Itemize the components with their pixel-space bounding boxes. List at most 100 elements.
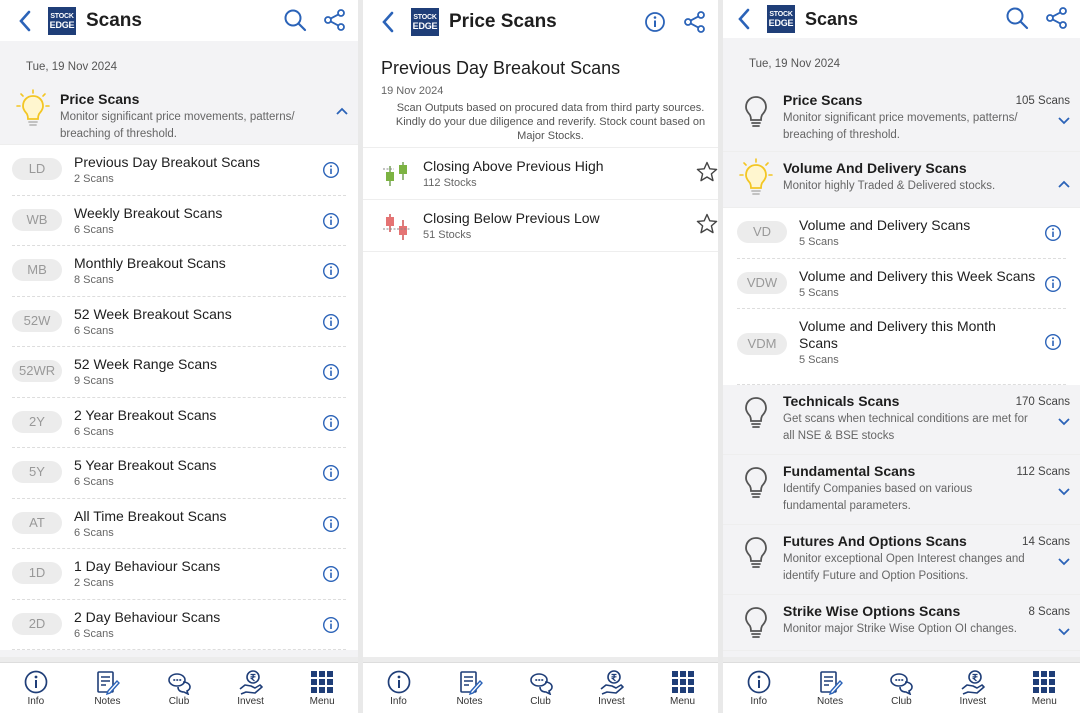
nav-label: Menu bbox=[669, 696, 695, 707]
info-circle-icon bbox=[747, 670, 771, 694]
scan-row-closing-below[interactable]: Closing Below Previous Low 51 Stocks bbox=[363, 200, 718, 252]
scan-list-item[interactable]: VD Volume and Delivery Scans 5 Scans bbox=[737, 208, 1066, 259]
page-title: Scans bbox=[805, 8, 859, 29]
scan-list-item[interactable]: 5Y 5 Year Breakout Scans 6 Scans bbox=[12, 448, 346, 499]
nav-label: Info bbox=[750, 696, 768, 707]
nav-club[interactable]: Club bbox=[149, 669, 209, 707]
scan-list-item[interactable]: MB Monthly Breakout Scans 8 Scans bbox=[12, 246, 346, 297]
chevron-down-icon[interactable] bbox=[1056, 625, 1072, 637]
back-button[interactable] bbox=[729, 4, 759, 34]
category-technicals[interactable]: Technicals Scans Get scans when technical… bbox=[723, 385, 1080, 455]
info-icon[interactable] bbox=[1044, 333, 1062, 351]
scan-badge: LD bbox=[12, 158, 62, 180]
category-fno[interactable]: Futures And Options Scans Monitor excepti… bbox=[723, 525, 1080, 595]
share-button[interactable] bbox=[680, 7, 710, 37]
info-icon[interactable] bbox=[322, 616, 340, 634]
chevron-up-icon[interactable] bbox=[1056, 178, 1072, 190]
rupee-hand-icon bbox=[239, 670, 263, 695]
scan-title: Volume and Delivery this Week Scans bbox=[799, 267, 1036, 284]
info-button[interactable] bbox=[640, 7, 670, 37]
category-volume-delivery[interactable]: Volume And Delivery Scans Monitor highly… bbox=[723, 152, 1080, 208]
info-icon[interactable] bbox=[322, 212, 340, 230]
nav-notes[interactable]: Notes bbox=[440, 669, 500, 707]
category-description: Monitor significant price movements, pat… bbox=[60, 111, 295, 140]
info-icon[interactable] bbox=[322, 565, 340, 583]
back-button[interactable] bbox=[373, 7, 403, 37]
nav-invest[interactable]: Invest bbox=[943, 669, 1003, 707]
scan-badge: 1D bbox=[12, 562, 62, 584]
date-label: Tue, 19 Nov 2024 bbox=[749, 58, 840, 70]
scan-row-closing-above[interactable]: Closing Above Previous High 112 Stocks bbox=[363, 148, 718, 200]
nav-info[interactable]: Info bbox=[369, 669, 429, 707]
scan-title: Weekly Breakout Scans bbox=[74, 204, 223, 221]
info-icon[interactable] bbox=[322, 363, 340, 381]
nav-menu[interactable]: Menu bbox=[653, 669, 713, 707]
search-button[interactable] bbox=[280, 5, 310, 35]
chevron-down-icon[interactable] bbox=[1056, 485, 1072, 497]
info-icon[interactable] bbox=[322, 161, 340, 179]
scan-title: 52 Week Range Scans bbox=[74, 356, 217, 372]
scan-count: 105 Scans bbox=[1015, 95, 1070, 107]
rupee-hand-icon bbox=[600, 670, 624, 695]
scan-count: 6 Scans bbox=[74, 627, 114, 640]
share-button[interactable] bbox=[1042, 3, 1072, 33]
scan-list-item[interactable]: 2D 2 Day Behaviour Scans 6 Scans bbox=[12, 600, 346, 650]
share-icon bbox=[1046, 7, 1067, 29]
top-bar: STOCK EDGE Scans bbox=[0, 0, 358, 41]
scan-list-item[interactable]: LD Previous Day Breakout Scans 2 Scans bbox=[12, 145, 346, 196]
scan-count: 5 Scans bbox=[799, 236, 839, 248]
back-button[interactable] bbox=[10, 6, 40, 36]
lightbulb-icon bbox=[745, 397, 767, 428]
chevron-down-icon[interactable] bbox=[1056, 114, 1072, 126]
nav-invest[interactable]: Invest bbox=[221, 669, 281, 707]
nav-menu[interactable]: Menu bbox=[292, 669, 352, 707]
grid-menu-icon bbox=[311, 671, 334, 693]
scan-list-item[interactable]: 52W 52 Week Breakout Scans 6 Scans bbox=[12, 297, 346, 347]
info-icon[interactable] bbox=[322, 414, 340, 432]
nav-label: Info bbox=[27, 696, 45, 707]
category-price-scans[interactable]: Price Scans Monitor significant price mo… bbox=[723, 84, 1080, 152]
scan-title: Monthly Breakout Scans bbox=[74, 255, 226, 271]
screen-scans-volume: STOCK EDGE Scans Tue, 19 Nov 2024 Price S… bbox=[723, 0, 1080, 713]
page-title: Scans bbox=[86, 9, 142, 31]
info-icon[interactable] bbox=[1044, 275, 1062, 293]
scan-title: All Time Breakout Scans bbox=[74, 507, 227, 524]
scan-badge: WB bbox=[12, 208, 62, 231]
info-icon[interactable] bbox=[322, 464, 340, 482]
chevron-down-icon[interactable] bbox=[1056, 555, 1072, 567]
scan-title: Volume and Delivery Scans bbox=[799, 217, 971, 233]
nav-info[interactable]: Info bbox=[6, 669, 66, 707]
star-icon[interactable] bbox=[696, 161, 718, 183]
scan-list-item[interactable]: VDW Volume and Delivery this Week Scans 5 … bbox=[737, 259, 1066, 309]
category-description: Identify Companies based on various fund… bbox=[783, 483, 973, 512]
top-bar: STOCK EDGE Price Scans bbox=[363, 0, 718, 44]
scan-list-item[interactable]: 1D 1 Day Behaviour Scans 2 Scans bbox=[12, 549, 346, 600]
share-button[interactable] bbox=[320, 5, 350, 35]
scan-list-item[interactable]: VDM Volume and Delivery this Month Scans 5… bbox=[737, 309, 1066, 385]
nav-club[interactable]: Club bbox=[511, 669, 571, 707]
star-icon[interactable] bbox=[696, 213, 718, 235]
info-icon[interactable] bbox=[322, 313, 340, 331]
category-fundamental[interactable]: Fundamental Scans Identify Companies base… bbox=[723, 455, 1080, 525]
info-icon[interactable] bbox=[1044, 224, 1062, 242]
chevron-up-icon[interactable] bbox=[334, 105, 350, 117]
category-price-scans[interactable]: Price Scans Monitor significant price mo… bbox=[0, 83, 358, 145]
scan-list-item[interactable]: AT All Time Breakout Scans 6 Scans bbox=[12, 499, 346, 549]
nav-info[interactable]: Info bbox=[729, 669, 789, 707]
scan-list-item[interactable]: WB Weekly Breakout Scans 6 Scans bbox=[12, 196, 346, 246]
category-description: Get scans when technical conditions are … bbox=[783, 413, 1028, 442]
chevron-down-icon[interactable] bbox=[1056, 415, 1072, 427]
nav-club[interactable]: Club bbox=[871, 669, 931, 707]
scan-list-item[interactable]: 2Y 2 Year Breakout Scans 6 Scans bbox=[12, 398, 346, 448]
nav-notes[interactable]: Notes bbox=[800, 669, 860, 707]
nav-invest[interactable]: Invest bbox=[582, 669, 642, 707]
page-title: Price Scans bbox=[449, 11, 557, 32]
info-icon[interactable] bbox=[322, 515, 340, 533]
scan-date: 19 Nov 2024 bbox=[381, 85, 444, 97]
scan-list-item[interactable]: 52WR 52 Week Range Scans 9 Scans bbox=[12, 347, 346, 398]
category-strike[interactable]: Strike Wise Options Scans Monitor major S… bbox=[723, 595, 1080, 651]
nav-notes[interactable]: Notes bbox=[77, 669, 137, 707]
info-icon[interactable] bbox=[322, 262, 340, 280]
search-button[interactable] bbox=[1002, 3, 1032, 33]
nav-menu[interactable]: Menu bbox=[1014, 669, 1074, 707]
